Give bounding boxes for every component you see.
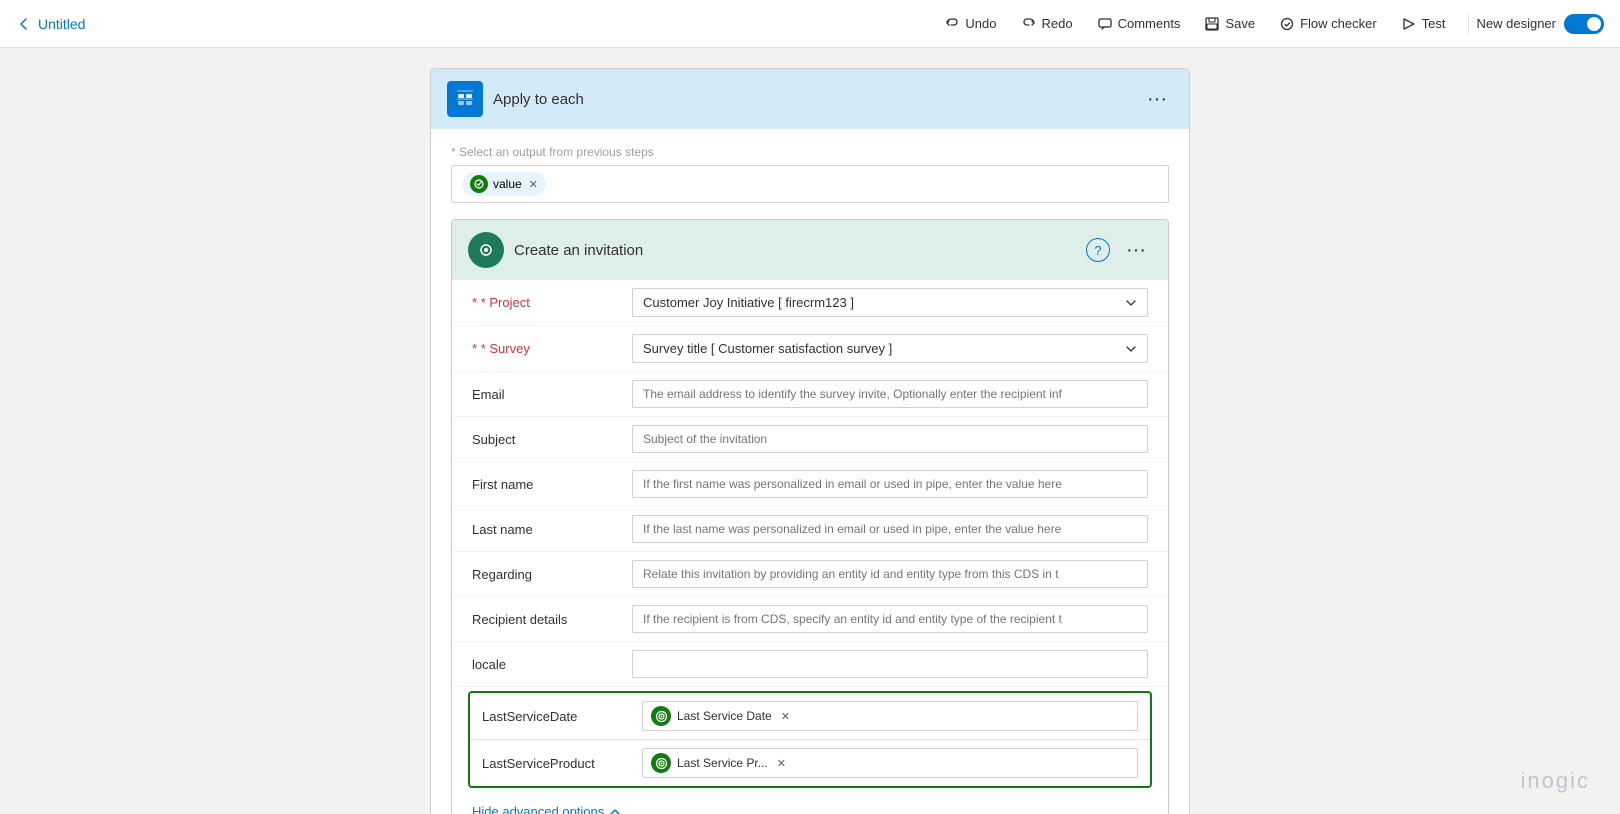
comments-button[interactable]: Comments: [1087, 11, 1191, 37]
project-row: * * Project Customer Joy Initiative [ fi…: [452, 280, 1168, 326]
value-chip: value ✕: [462, 172, 546, 196]
apply-to-each-container: Apply to each ··· * Select an output fro…: [430, 68, 1190, 814]
undo-button[interactable]: Undo: [934, 11, 1006, 37]
apply-more-button[interactable]: ···: [1141, 86, 1173, 113]
last-service-date-chip-icon: [651, 706, 671, 726]
subject-label: Subject: [472, 432, 632, 447]
create-more-button[interactable]: ···: [1120, 237, 1152, 264]
new-designer-toggle[interactable]: [1564, 14, 1604, 34]
create-invitation-header: Create an invitation ? ···: [452, 220, 1168, 280]
create-body: * * Project Customer Joy Initiative [ fi…: [452, 280, 1168, 814]
back-button[interactable]: Untitled: [16, 16, 85, 32]
apply-title: Apply to each: [493, 91, 1131, 108]
lastname-row: Last name: [452, 507, 1168, 552]
firstname-label: First name: [472, 477, 632, 492]
locale-row: locale: [452, 642, 1168, 687]
survey-row: * * Survey Survey title [ Customer satis…: [452, 326, 1168, 372]
highlighted-section: LastServiceDate: [468, 691, 1152, 788]
survey-dropdown[interactable]: Survey title [ Customer satisfaction sur…: [632, 334, 1148, 363]
apply-icon: [447, 81, 483, 117]
page-title: Untitled: [38, 16, 85, 32]
apply-to-each-header: Apply to each ···: [431, 69, 1189, 129]
recipient-row: Recipient details: [452, 597, 1168, 642]
regarding-label: Regarding: [472, 567, 632, 582]
project-dropdown[interactable]: Customer Joy Initiative [ firecrm123 ]: [632, 288, 1148, 317]
subject-row: Subject: [452, 417, 1168, 462]
locale-input[interactable]: [632, 650, 1148, 678]
main-content: Apply to each ··· * Select an output fro…: [0, 48, 1620, 814]
lastname-label: Last name: [472, 522, 632, 537]
survey-label: * * Survey: [472, 341, 632, 356]
last-service-date-label: LastServiceDate: [482, 709, 642, 724]
flow-checker-button[interactable]: Flow checker: [1269, 11, 1387, 37]
topbar: Untitled Undo Redo Comments: [0, 0, 1620, 48]
value-chip-close[interactable]: ✕: [529, 178, 538, 191]
chip-icon: [470, 175, 488, 193]
last-service-date-chip-row: Last Service Date ✕: [642, 701, 1138, 731]
last-service-date-close[interactable]: ✕: [781, 710, 790, 723]
lastname-input[interactable]: [632, 515, 1148, 543]
hide-advanced-link[interactable]: Hide advanced options: [472, 804, 621, 814]
value-chip-row: value ✕: [451, 165, 1169, 203]
firstname-input[interactable]: [632, 470, 1148, 498]
last-service-product-close[interactable]: ✕: [777, 757, 786, 770]
new-designer-area: New designer: [1468, 14, 1605, 34]
regarding-input[interactable]: [632, 560, 1148, 588]
last-service-product-chip-icon: [651, 753, 671, 773]
last-service-date-chip: Last Service Date ✕: [677, 709, 790, 723]
create-invitation-card: Create an invitation ? ··· * * Project C…: [451, 219, 1169, 814]
subject-input[interactable]: [632, 425, 1148, 453]
help-button[interactable]: ?: [1086, 238, 1110, 262]
recipient-input[interactable]: [632, 605, 1148, 633]
select-output-label: * Select an output from previous steps: [451, 145, 1169, 159]
last-service-product-chip-row: Last Service Pr... ✕: [642, 748, 1138, 778]
topbar-actions: Undo Redo Comments Save: [934, 11, 1604, 37]
locale-label: locale: [472, 657, 632, 672]
apply-body: * Select an output from previous steps v…: [431, 129, 1189, 814]
recipient-label: Recipient details: [472, 612, 632, 627]
watermark: inogic: [1521, 768, 1590, 794]
project-label: * * Project: [472, 295, 632, 310]
create-invitation-title: Create an invitation: [514, 242, 1076, 259]
email-label: Email: [472, 387, 632, 402]
last-service-product-chip: Last Service Pr... ✕: [677, 756, 786, 770]
test-button[interactable]: Test: [1391, 11, 1456, 37]
last-service-product-label: LastServiceProduct: [482, 756, 642, 771]
hide-advanced-options: Hide advanced options: [452, 792, 1168, 814]
firstname-row: First name: [452, 462, 1168, 507]
create-invitation-icon: [468, 232, 504, 268]
value-chip-label: value: [493, 177, 522, 191]
email-input[interactable]: [632, 380, 1148, 408]
regarding-row: Regarding: [452, 552, 1168, 597]
save-button[interactable]: Save: [1194, 11, 1265, 37]
new-designer-label: New designer: [1477, 16, 1557, 31]
last-service-date-row: LastServiceDate: [470, 693, 1150, 739]
email-row: Email: [452, 372, 1168, 417]
last-service-product-row: LastServiceProduct: [470, 739, 1150, 786]
redo-button[interactable]: Redo: [1011, 11, 1083, 37]
